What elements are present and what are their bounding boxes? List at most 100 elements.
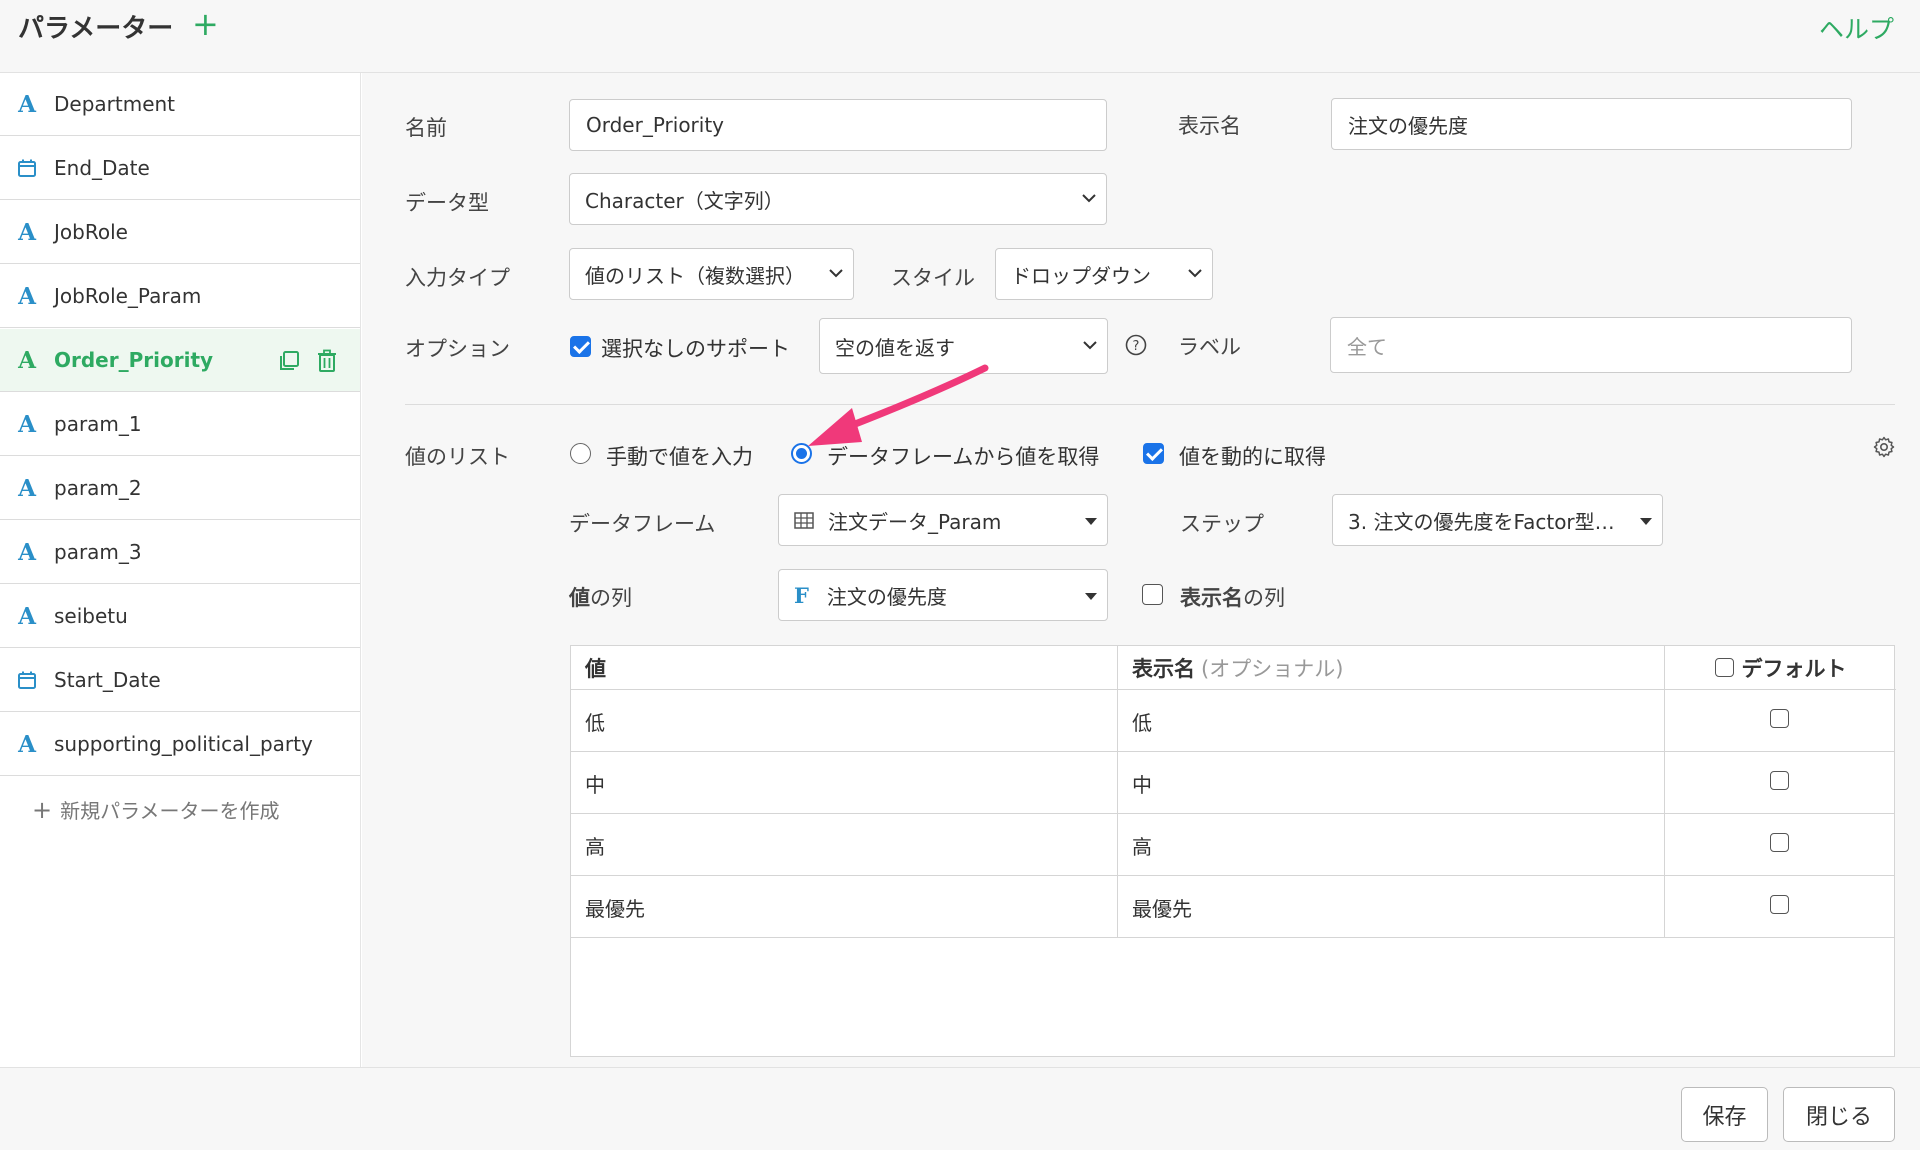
chevron-down-icon (829, 269, 843, 278)
manual-entry-label: 手動で値を入力 (606, 445, 753, 469)
empty-value-text: 空の値を返す (835, 335, 955, 360)
svg-text:?: ? (1133, 339, 1140, 354)
sidebar-item-jobrole-param[interactable]: A JobRole_Param (0, 265, 360, 328)
display-column-label: 表示名の列 (1180, 582, 1285, 612)
character-type-icon: A (18, 730, 36, 758)
sidebar-item-label: seibetu (54, 604, 128, 628)
close-button[interactable]: 閉じる (1783, 1087, 1895, 1142)
sidebar-item-label: JobRole_Param (54, 284, 202, 308)
default-all-checkbox[interactable] (1714, 658, 1734, 677)
sidebar-item-order-priority[interactable]: A Order_Priority (0, 329, 360, 392)
table-cell-display[interactable]: 低 (1118, 690, 1664, 752)
character-type-icon: A (18, 538, 36, 566)
input-type-select[interactable]: 値のリスト（複数選択） (569, 248, 854, 300)
help-circle-icon[interactable]: ? (1125, 334, 1147, 360)
name-label: 名前 (405, 116, 447, 140)
page-title: パラメーター (18, 14, 174, 44)
help-link[interactable]: ヘルプ (1819, 10, 1894, 46)
sidebar-item-label: Order_Priority (54, 348, 214, 372)
sidebar-item-label: param_1 (54, 412, 142, 436)
row-default-checkbox[interactable] (1770, 771, 1789, 790)
character-type-icon: A (18, 282, 36, 310)
character-type-icon: A (18, 346, 36, 374)
table-cell-value[interactable]: 最優先 (571, 876, 1117, 938)
no-selection-checkbox[interactable] (570, 336, 591, 357)
datatype-label: データ型 (405, 191, 489, 215)
chevron-down-icon (1083, 341, 1097, 350)
chevron-down-icon (1188, 269, 1202, 278)
label-label: ラベル (1178, 335, 1241, 359)
caret-down-icon (1640, 518, 1652, 525)
dataframe-label: データフレーム (569, 512, 716, 536)
factor-type-icon: F (794, 582, 809, 608)
row-default-checkbox[interactable] (1770, 833, 1789, 852)
style-select[interactable]: ドロップダウン (995, 248, 1213, 300)
table-cell-value[interactable]: 高 (571, 814, 1117, 876)
label-input[interactable]: 全て (1330, 317, 1852, 373)
gear-icon[interactable] (1872, 435, 1896, 463)
duplicate-icon[interactable] (278, 350, 300, 376)
input-type-label: 入力タイプ (405, 266, 510, 290)
sidebar-item-end-date[interactable]: End_Date (0, 137, 360, 200)
table-cell-display[interactable]: 中 (1118, 752, 1664, 814)
table-cell-value[interactable]: 中 (571, 752, 1117, 814)
sidebar-item-seibetu[interactable]: A seibetu (0, 585, 360, 648)
dynamic-fetch-checkbox[interactable] (1143, 443, 1164, 464)
sidebar-item-department[interactable]: A Department (0, 73, 360, 136)
table-cell-display[interactable]: 高 (1118, 814, 1664, 876)
save-button[interactable]: 保存 (1681, 1087, 1768, 1142)
value-column-label-bold: 値 (569, 586, 590, 610)
column-header-default-text: デフォルト (1741, 656, 1847, 681)
dynamic-fetch-label: 値を動的に取得 (1179, 445, 1326, 469)
new-parameter-link[interactable]: + 新規パラメーターを作成 (32, 795, 280, 824)
calendar-icon (0, 670, 54, 690)
row-default-checkbox[interactable] (1770, 895, 1789, 914)
step-select[interactable]: 3. 注文の優先度をFactor型… (1332, 494, 1663, 546)
sidebar-item-label: Department (54, 92, 176, 116)
style-value: ドロップダウン (1011, 263, 1151, 288)
style-label: スタイル (891, 266, 975, 290)
display-name-label: 表示名 (1178, 114, 1241, 138)
trash-icon[interactable] (316, 349, 338, 377)
option-label: オプション (405, 337, 510, 361)
character-type-icon: A (18, 474, 36, 502)
calendar-icon (0, 158, 54, 178)
display-column-checkbox[interactable] (1142, 584, 1163, 605)
step-value: 3. 注文の優先度をFactor型… (1348, 509, 1615, 534)
sidebar-item-start-date[interactable]: Start_Date (0, 649, 360, 712)
character-type-icon: A (18, 410, 36, 438)
no-selection-label: 選択なしのサポート (601, 337, 790, 361)
footer: 保存 閉じる (0, 1067, 1920, 1150)
dataframe-value: 注文データ_Param (828, 509, 1002, 534)
value-column-label-rest: の列 (590, 586, 632, 610)
value-column-select[interactable]: F 注文の優先度 (778, 569, 1108, 621)
step-label: ステップ (1180, 512, 1264, 536)
row-default-checkbox[interactable] (1770, 709, 1789, 728)
table-cell-value[interactable]: 低 (571, 690, 1117, 752)
dataframe-select[interactable]: 注文データ_Param (778, 494, 1108, 546)
display-name-input[interactable]: 注文の優先度 (1331, 98, 1852, 150)
column-header-display: 表示名 (オプショナル) (1118, 646, 1665, 690)
values-table: 値 表示名 (オプショナル) デフォルト 低 低 中 中 高 高 最優先 最優先 (570, 645, 1896, 1057)
caret-down-icon (1085, 518, 1097, 525)
manual-entry-radio[interactable] (570, 443, 591, 464)
add-parameter-icon[interactable]: + (192, 6, 219, 42)
datatype-value: Character（文字列） (585, 188, 784, 213)
sidebar-item-supporting-political-party[interactable]: A supporting_political_party (0, 713, 360, 776)
sidebar-item-param-2[interactable]: A param_2 (0, 457, 360, 520)
sidebar-item-param-3[interactable]: A param_3 (0, 521, 360, 584)
name-input[interactable]: Order_Priority (569, 99, 1107, 151)
table-cell-display[interactable]: 最優先 (1118, 876, 1664, 938)
value-column-label: 値の列 (569, 582, 632, 612)
column-header-value: 値 (571, 646, 1118, 690)
sidebar-item-label: param_3 (54, 540, 142, 564)
display-column-label-bold: 表示名 (1180, 586, 1243, 610)
section-divider (405, 404, 1895, 405)
character-type-icon: A (18, 218, 36, 246)
sidebar-item-param-1[interactable]: A param_1 (0, 393, 360, 456)
column-header-display-hint: (オプショナル) (1201, 656, 1344, 681)
sidebar-item-jobrole[interactable]: A JobRole (0, 201, 360, 264)
chevron-down-icon (1082, 194, 1096, 203)
datatype-select[interactable]: Character（文字列） (569, 173, 1107, 225)
table-grid-icon (794, 511, 814, 529)
